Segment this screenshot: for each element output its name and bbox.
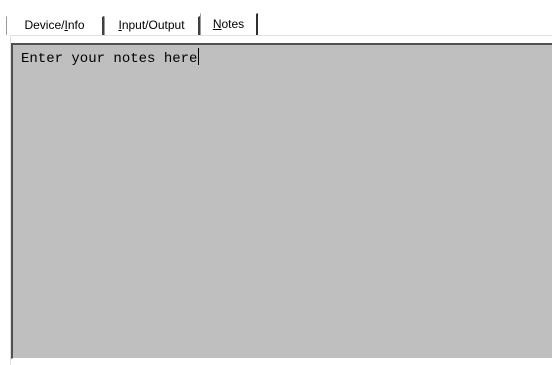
notes-text-line: Enter your notes here — [21, 48, 200, 68]
tab-notes-label-post: otes — [221, 17, 245, 31]
tab-input-output[interactable]: Input/Output — [104, 16, 200, 35]
tab-input-output-label-post: nput/Output — [121, 18, 185, 32]
notes-text-value: Enter your notes here — [21, 51, 198, 67]
tab-notes[interactable]: Notes — [200, 13, 258, 35]
text-cursor — [198, 48, 200, 65]
tab-device-info-label-pre: Device/ — [24, 18, 65, 32]
notes-tab-panel: Enter your notes here — [10, 35, 552, 365]
notes-text-area[interactable]: Enter your notes here — [11, 43, 552, 359]
tab-device-info[interactable]: Device/Info — [6, 16, 104, 35]
notes-dialog: Device/Info Input/Output Notes Enter you… — [0, 0, 552, 365]
tab-device-info-label-post: nfo — [67, 18, 85, 32]
tab-strip: Device/Info Input/Output Notes — [6, 12, 552, 35]
